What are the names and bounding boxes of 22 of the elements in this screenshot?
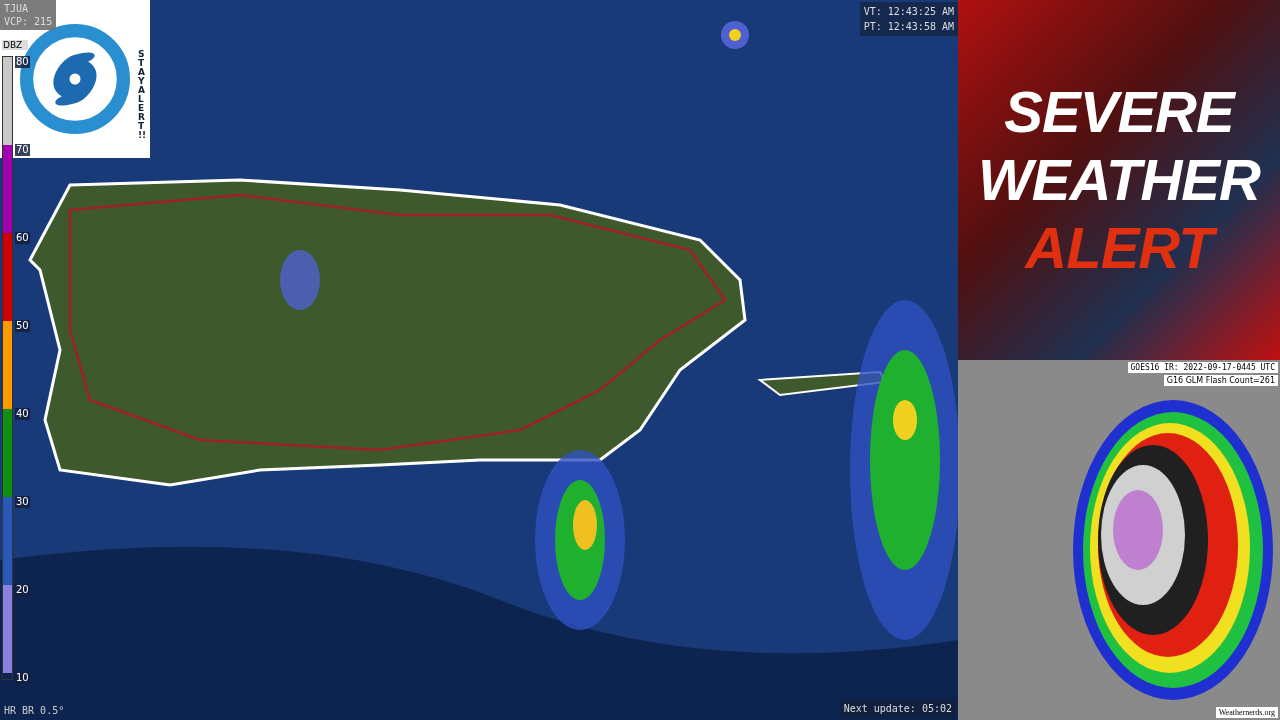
next-update-label: Next update: 05:02 xyxy=(839,699,956,718)
logo-slogan: STAY ALERT !! xyxy=(138,50,148,140)
banner-text: WEATHER xyxy=(977,146,1262,214)
scale-label: 30 xyxy=(15,496,30,508)
satellite-title: GOES16 IR: 2022-09-17-0445 UTC xyxy=(1127,362,1278,373)
process-time: PT: 12:43:58 AM xyxy=(863,20,954,34)
scale-label: 40 xyxy=(15,408,30,420)
scale-label: 50 xyxy=(15,320,30,332)
station-id: TJUA xyxy=(4,2,30,15)
valid-time: VT: 12:43:25 AM xyxy=(863,5,954,19)
banner-text: ALERT xyxy=(1015,214,1223,282)
scale-label: 60 xyxy=(15,232,30,244)
scale-label: 70 xyxy=(15,144,30,156)
satellite-subtitle: G16 GLM Flash Count=261 xyxy=(1163,375,1278,386)
credit-label: Weathernerds.org xyxy=(1215,707,1278,718)
banner-text: SEVERE xyxy=(1003,78,1237,146)
legend-title: DBZ xyxy=(2,40,28,50)
scale-label: 10 xyxy=(15,672,30,684)
scale-label: 20 xyxy=(15,584,30,596)
vcp-label: VCP: 215 xyxy=(4,15,53,28)
scale-label: 80 xyxy=(15,56,30,68)
product-label: HR BR 0.5° xyxy=(4,705,65,716)
